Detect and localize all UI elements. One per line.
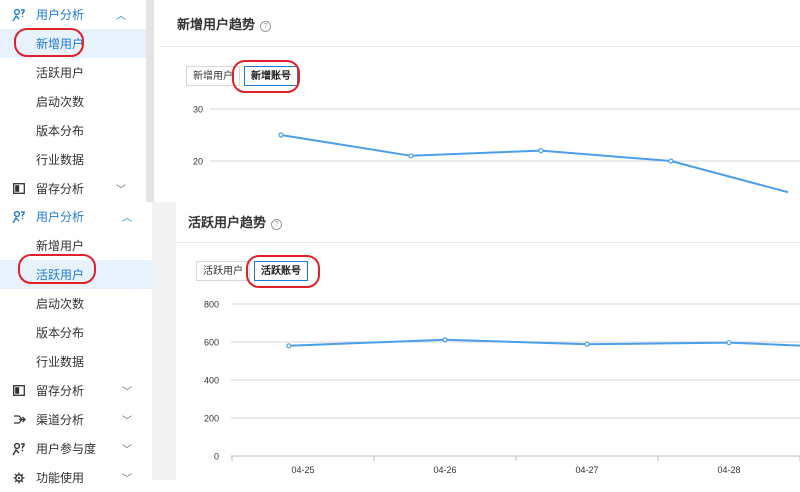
chevron-up-icon: ︿ — [116, 11, 126, 22]
menu-item-launches[interactable]: 启动次数 — [0, 87, 146, 116]
new-users-chart: 2030 — [193, 105, 800, 194]
menu-group-retention[interactable]: 留存分析 ﹀ — [0, 174, 146, 203]
sidebar-divider — [146, 0, 154, 202]
user-analysis-icon — [12, 8, 26, 22]
menu-group-label: 留存分析 — [36, 384, 85, 398]
y-tick-label: 30 — [193, 105, 203, 115]
gear-icon — [12, 471, 26, 485]
series-line — [288, 338, 800, 347]
menu-group-label: 渠道分析 — [36, 413, 85, 427]
chevron-down-icon: ﹀ — [116, 185, 126, 196]
tab-active-users[interactable]: 活跃用户 — [196, 261, 250, 281]
menu-group-feature[interactable]: 功能使用 ﹀ — [0, 463, 152, 492]
menu-group-label: 用户参与度 — [36, 442, 97, 456]
retention-icon — [12, 384, 26, 398]
active-users-chart: 0 200 400 600 800 04-25 04-26 04-27 04-28 — [204, 300, 800, 475]
data-point — [442, 337, 448, 343]
chevron-down-icon: ﹀ — [122, 474, 132, 485]
new-users-panel: 新增用户趋势? 新增用户 新增账号 20 30 — [160, 0, 800, 202]
retention-icon — [12, 182, 26, 196]
highlight-ring — [14, 28, 84, 57]
divider — [176, 242, 800, 243]
y-tick-label: 600 — [204, 338, 219, 348]
menu-group-engagement[interactable]: 用户参与度 ﹀ — [0, 434, 152, 463]
menu-group-label: 留存分析 — [36, 182, 85, 196]
engagement-icon — [12, 442, 26, 456]
menu-group-label: 功能使用 — [36, 471, 85, 485]
data-point — [408, 153, 414, 159]
x-tick-label: 04-28 — [717, 465, 740, 475]
menu-item-industry[interactable]: 行业数据 — [0, 347, 152, 376]
x-tick-label: 04-27 — [575, 465, 598, 475]
data-point — [286, 343, 292, 349]
menu-item-versions[interactable]: 版本分布 — [0, 116, 146, 145]
page-title-wrap: 新增用户趋势? — [177, 14, 272, 33]
y-tick-label: 0 — [214, 452, 219, 462]
y-tick-label: 200 — [204, 414, 219, 424]
help-icon[interactable]: ? — [260, 21, 272, 32]
help-icon[interactable]: ? — [271, 219, 283, 230]
series-line — [280, 134, 789, 194]
page-title: 活跃用户趋势 — [188, 215, 267, 230]
chevron-down-icon: ﹀ — [122, 445, 132, 456]
highlight-ring — [18, 254, 96, 284]
data-point — [278, 132, 284, 138]
y-tick-label: 800 — [204, 300, 219, 310]
menu-group-label: 用户分析 — [36, 8, 85, 22]
menu-item-launches[interactable]: 启动次数 — [0, 289, 152, 318]
channel-icon — [12, 413, 26, 427]
chevron-down-icon: ﹀ — [122, 387, 132, 398]
menu-item-active-users[interactable]: 活跃用户 — [0, 58, 146, 87]
sidebar-divider — [152, 202, 176, 480]
menu-group-retention[interactable]: 留存分析 ﹀ — [0, 376, 152, 405]
menu-group-user-analysis[interactable]: 用户分析 ︿ — [0, 0, 146, 29]
divider — [160, 46, 800, 47]
menu-item-versions[interactable]: 版本分布 — [0, 318, 152, 347]
menu-group-label: 用户分析 — [36, 210, 85, 224]
menu-group-channel[interactable]: 渠道分析 ﹀ — [0, 405, 152, 434]
sidebar-bottom: 用户分析 ︿ 新增用户 活跃用户 启动次数 版本分布 行业数据 留存分析 ﹀ 渠… — [0, 202, 152, 485]
menu-group-user-analysis[interactable]: 用户分析 ︿ — [0, 202, 152, 231]
x-tick-label: 04-26 — [433, 465, 456, 475]
highlight-ring — [246, 255, 320, 288]
chevron-down-icon: ﹀ — [122, 416, 132, 427]
data-point — [668, 158, 674, 164]
data-point — [538, 147, 544, 154]
user-analysis-icon — [12, 210, 26, 224]
highlight-ring — [232, 60, 300, 93]
chevron-up-icon: ︿ — [122, 213, 132, 224]
active-users-panel: 活跃用户趋势? 活跃用户 活跃账号 0 200 400 600 800 04-25 04-2… — [176, 202, 800, 480]
y-tick-label: 400 — [204, 376, 219, 386]
menu-item-industry[interactable]: 行业数据 — [0, 145, 146, 174]
data-point — [726, 339, 732, 346]
data-point — [584, 341, 590, 347]
page-title: 新增用户趋势 — [177, 17, 256, 32]
y-tick-label: 20 — [193, 157, 203, 167]
x-tick-label: 04-25 — [291, 465, 314, 475]
page-title-wrap: 活跃用户趋势? — [188, 212, 283, 231]
